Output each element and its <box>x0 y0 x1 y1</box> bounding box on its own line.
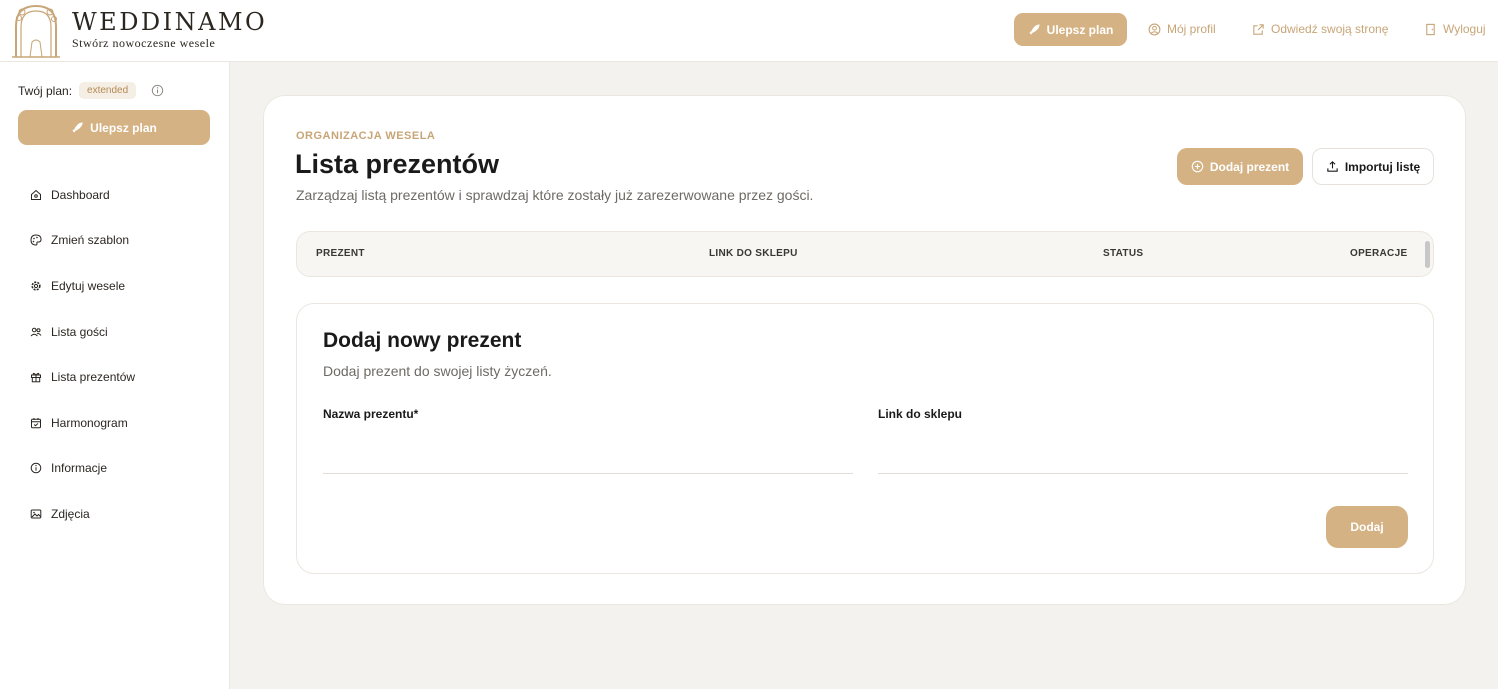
sidebar-nav: Dashboard Zmień szablon Edytuj wesele Li… <box>30 172 135 537</box>
sidebar-upgrade-button[interactable]: Ulepsz plan <box>18 110 210 145</box>
user-circle-icon <box>1148 23 1161 35</box>
gift-icon <box>31 373 41 383</box>
sidebar-item-information[interactable]: Informacje <box>30 446 135 492</box>
form-title: Dodaj nowy prezent <box>323 329 522 352</box>
column-header-shop-link: LINK DO SKLEPU <box>709 248 798 259</box>
sidebar-item-label: Lista prezentów <box>51 370 136 385</box>
column-header-operations: OPERACJE <box>1350 248 1408 259</box>
page-subtitle: Zarządzaj listą prezentów i sprawdzaj kt… <box>296 187 814 203</box>
sidebar-item-label: Edytuj wesele <box>51 278 126 293</box>
sidebar-item-label: Zdjęcia <box>51 506 90 521</box>
sidebar-item-guests[interactable]: Lista gości <box>30 309 135 355</box>
header-profile-label: Mój profil <box>1167 22 1216 36</box>
brand-name: WEDDINAMO <box>72 8 268 36</box>
sidebar-item-gifts[interactable]: Lista prezentów <box>30 354 135 400</box>
header-logout-link[interactable]: Wyloguj <box>1424 22 1486 36</box>
wedding-arch-logo-icon <box>12 4 60 58</box>
sidebar-item-schedule[interactable]: Harmonogram <box>30 400 135 446</box>
brand-logo[interactable]: WEDDINAMO Stwórz nowoczesne wesele <box>10 2 267 58</box>
header-upgrade-button[interactable]: Ulepsz plan <box>1014 13 1127 46</box>
calendar-icon <box>31 417 41 428</box>
add-gift-form: Dodaj nowy prezent Dodaj prezent do swoj… <box>296 303 1434 574</box>
shop-link-input[interactable] <box>878 432 1408 474</box>
sidebar-item-label: Lista gości <box>51 324 108 339</box>
plan-label: Twój plan: <box>18 83 73 98</box>
users-icon <box>30 327 42 336</box>
table-scrollbar[interactable] <box>1425 241 1430 268</box>
column-header-gift: PREZENT <box>316 248 365 259</box>
gift-list-card: ORGANIZACJA WESELA Lista prezentów Zarzą… <box>263 95 1466 605</box>
gear-icon <box>31 281 41 291</box>
info-icon <box>30 463 42 474</box>
page-eyebrow: ORGANIZACJA WESELA <box>296 130 436 142</box>
dashboard-icon <box>31 189 41 200</box>
image-icon <box>30 509 42 519</box>
page-title: Lista prezentów <box>295 149 500 179</box>
gift-table-header: PREZENT LINK DO SKLEPU STATUS OPERACJE <box>296 231 1434 277</box>
header-upgrade-label: Ulepsz plan <box>1046 22 1114 37</box>
palette-icon <box>30 234 42 246</box>
sidebar-item-photos[interactable]: Zdjęcia <box>30 491 135 537</box>
sidebar: Twój plan: extended Ulepsz plan Dashboar… <box>0 62 230 689</box>
sidebar-item-label: Zmień szablon <box>51 233 130 248</box>
header-visit-site-link[interactable]: Odwiedź swoją stronę <box>1252 22 1388 36</box>
brand-tagline: Stwórz nowoczesne wesele <box>72 36 216 50</box>
shop-link-label: Link do sklepu <box>878 407 963 421</box>
external-link-icon <box>1253 23 1264 35</box>
add-gift-label: Dodaj prezent <box>1209 159 1290 174</box>
header-profile-link[interactable]: Mój profil <box>1148 22 1216 36</box>
sidebar-upgrade-label: Ulepsz plan <box>90 120 157 135</box>
form-subtitle: Dodaj prezent do swojej listy życzeń. <box>323 363 552 379</box>
header-visit-label: Odwiedź swoją stronę <box>1271 22 1389 36</box>
header-logout-label: Wyloguj <box>1443 22 1486 36</box>
gift-name-input[interactable] <box>323 432 853 474</box>
add-gift-button[interactable]: Dodaj prezent <box>1177 148 1303 185</box>
sidebar-item-template[interactable]: Zmień szablon <box>30 218 135 264</box>
plan-info: Twój plan: extended <box>18 82 164 99</box>
door-icon <box>1426 23 1435 35</box>
info-icon[interactable] <box>151 84 164 97</box>
submit-gift-button[interactable]: Dodaj <box>1326 506 1408 548</box>
plus-circle-icon <box>1191 160 1204 173</box>
upload-icon <box>1327 161 1338 172</box>
import-list-button[interactable]: Importuj listę <box>1312 148 1434 185</box>
sidebar-item-dashboard[interactable]: Dashboard <box>30 172 135 218</box>
column-header-status: STATUS <box>1103 248 1144 259</box>
rocket-icon <box>72 122 83 133</box>
top-header: WEDDINAMO Stwórz nowoczesne wesele Uleps… <box>0 0 1498 62</box>
plan-badge: extended <box>79 82 137 99</box>
sidebar-item-label: Dashboard <box>51 187 110 202</box>
sidebar-item-label: Harmonogram <box>51 415 128 430</box>
rocket-icon <box>1029 24 1040 35</box>
gift-name-label: Nazwa prezentu* <box>323 407 419 421</box>
sidebar-item-label: Informacje <box>51 461 108 476</box>
import-list-label: Importuj listę <box>1344 159 1421 174</box>
sidebar-item-edit-wedding[interactable]: Edytuj wesele <box>30 263 135 309</box>
